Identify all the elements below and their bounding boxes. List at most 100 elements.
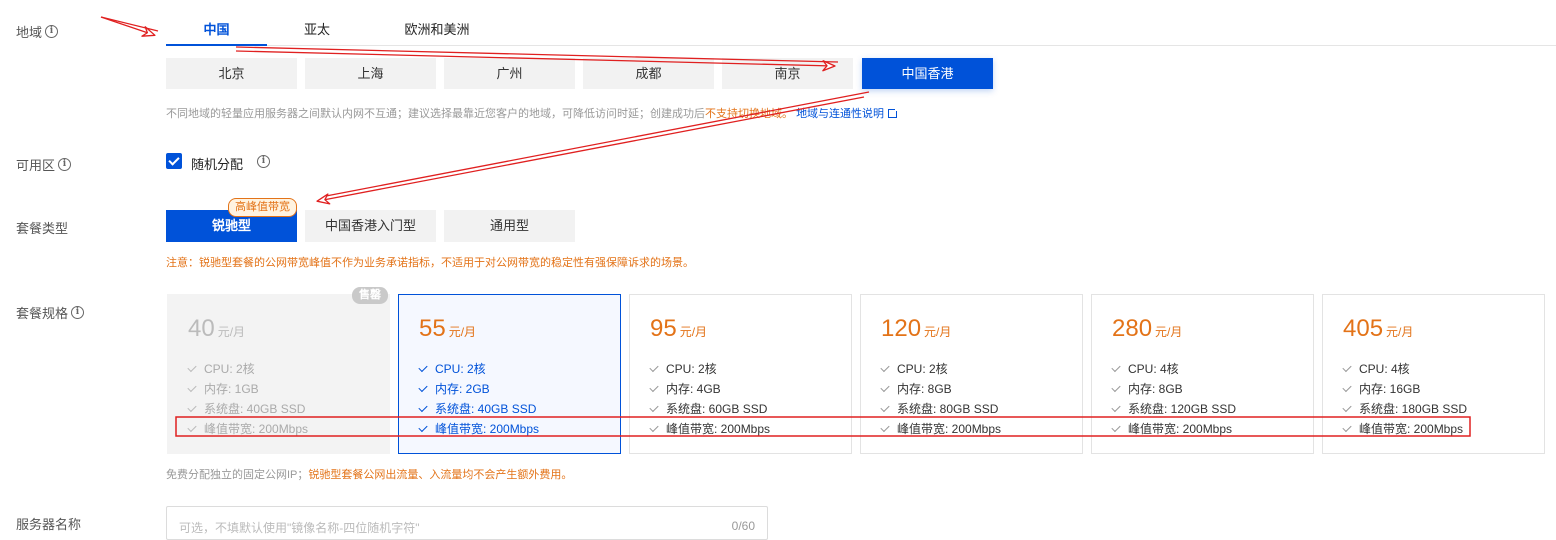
info-icon[interactable]: i xyxy=(58,158,72,171)
plan-type-general[interactable]: 通用型 xyxy=(444,210,575,242)
check-icon xyxy=(880,362,890,373)
city-nanjing[interactable]: 南京 xyxy=(722,58,853,89)
tab-china[interactable]: 中国 xyxy=(166,14,267,46)
plan-specs: CPU: 4核 内存: 8GB 系统盘: 120GB SSD 峰值带宽: 200… xyxy=(1111,359,1237,439)
region-connectivity-link[interactable]: 地域与连通性说明 xyxy=(796,108,884,120)
spec-text: 系统盘: 120GB SSD xyxy=(1128,402,1237,416)
spec-text: 内存: 4GB xyxy=(666,382,721,396)
external-link-icon[interactable] xyxy=(888,107,900,118)
spec-disk: 系统盘: 40GB SSD xyxy=(187,399,308,419)
plan-card[interactable]: 405 元/月 CPU: 4核 内存: 16GB 系统盘: 180GB SSD 峰… xyxy=(1322,294,1545,454)
price-value: 55 xyxy=(419,315,446,342)
spec-text: 系统盘: 60GB SSD xyxy=(666,402,768,416)
check-icon xyxy=(1111,382,1121,393)
spec-text: CPU: 4核 xyxy=(1359,362,1410,376)
check-icon xyxy=(187,362,197,373)
spec-memory: 内存: 2GB xyxy=(418,379,539,399)
spec-bandwidth: 峰值带宽: 200Mbps xyxy=(649,419,770,439)
check-icon xyxy=(880,382,890,393)
spec-bandwidth: 峰值带宽: 200Mbps xyxy=(187,419,309,439)
plan-price: 405 元/月 xyxy=(1343,315,1413,343)
plan-card[interactable]: 55 元/月 CPU: 2核 内存: 2GB 系统盘: 40GB SSD 峰值带宽… xyxy=(398,294,621,454)
check-icon xyxy=(649,402,659,413)
ip-hint-text: 免费分配独立的固定公网IP； xyxy=(166,469,309,481)
spec-text: 系统盘: 80GB SSD xyxy=(897,402,999,416)
price-unit: 元/月 xyxy=(679,325,708,339)
check-icon xyxy=(1342,402,1352,413)
city-hong-kong[interactable]: 中国香港 xyxy=(862,58,993,89)
check-icon xyxy=(649,422,659,433)
spec-text: CPU: 2核 xyxy=(435,362,486,376)
plan-specs: CPU: 2核 内存: 8GB 系统盘: 80GB SSD 峰值带宽: 200M… xyxy=(880,359,1001,439)
server-name-input[interactable]: 可选，不填默认使用"镜像名称-四位随机字符" 0/60 xyxy=(166,506,768,540)
plan-card[interactable]: 120 元/月 CPU: 2核 内存: 8GB 系统盘: 80GB SSD 峰值带… xyxy=(860,294,1083,454)
region-hint-warning: 不支持切换地域。 xyxy=(705,108,793,120)
spec-text: 内存: 8GB xyxy=(1128,382,1183,396)
spec-disk: 系统盘: 60GB SSD xyxy=(649,399,770,419)
check-icon xyxy=(1111,402,1121,413)
check-icon xyxy=(1342,382,1352,393)
plan-price: 55 元/月 xyxy=(419,315,476,343)
spec-bandwidth: 峰值带宽: 200Mbps xyxy=(1342,419,1467,439)
city-guangzhou[interactable]: 广州 xyxy=(444,58,575,89)
region-label-text: 地域 xyxy=(16,25,43,40)
price-value: 40 xyxy=(188,315,215,342)
check-icon xyxy=(1342,362,1352,373)
city-beijing[interactable]: 北京 xyxy=(166,58,297,89)
server-name-label: 服务器名称 xyxy=(16,517,82,532)
soldout-badge: 售罄 xyxy=(352,287,388,304)
spec-cpu: CPU: 2核 xyxy=(880,359,1001,379)
spec-text: 峰值带宽: 200Mbps xyxy=(1128,422,1233,436)
plan-card[interactable]: 95 元/月 CPU: 2核 内存: 4GB 系统盘: 60GB SSD 峰值带宽… xyxy=(629,294,852,454)
price-unit: 元/月 xyxy=(924,325,952,339)
check-icon xyxy=(880,422,890,433)
price-value: 280 xyxy=(1112,315,1153,342)
plan-type-note: 注意：锐驰型套餐的公网带宽峰值不作为业务承诺指标，不适用于对公网带宽的稳定性有强… xyxy=(166,257,694,269)
plan-card[interactable]: 280 元/月 CPU: 4核 内存: 8GB 系统盘: 120GB SSD 峰值… xyxy=(1091,294,1314,454)
plan-specs: CPU: 2核 内存: 2GB 系统盘: 40GB SSD 峰值带宽: 200M… xyxy=(418,359,539,439)
spec-text: 峰值带宽: 200Mbps xyxy=(1359,422,1464,436)
plan-price: 40 元/月 xyxy=(188,315,245,343)
spec-cpu: CPU: 4核 xyxy=(1342,359,1467,379)
price-value: 120 xyxy=(881,315,922,342)
plan-type-label: 套餐类型 xyxy=(16,221,69,236)
spec-text: 系统盘: 40GB SSD xyxy=(435,402,537,416)
region-label: 地域 i xyxy=(16,22,59,41)
spec-text: CPU: 4核 xyxy=(1128,362,1179,376)
zone-label: 可用区 i xyxy=(16,155,72,174)
spec-text: 峰值带宽: 200Mbps xyxy=(204,422,309,436)
plan-price: 95 元/月 xyxy=(650,315,707,343)
info-icon[interactable]: i xyxy=(45,25,59,38)
tab-europe-americas[interactable]: 欧洲和美洲 xyxy=(367,14,507,46)
plan-specs: CPU: 2核 内存: 1GB 系统盘: 40GB SSD 峰值带宽: 200M… xyxy=(187,359,309,439)
spec-bandwidth: 峰值带宽: 200Mbps xyxy=(418,419,539,439)
city-shanghai[interactable]: 上海 xyxy=(305,58,436,89)
check-icon xyxy=(418,362,428,373)
plan-price: 280 元/月 xyxy=(1112,315,1182,343)
spec-text: 系统盘: 180GB SSD xyxy=(1359,402,1468,416)
spec-disk: 系统盘: 40GB SSD xyxy=(418,399,539,419)
tab-asia-pacific[interactable]: 亚太 xyxy=(267,14,367,46)
check-icon xyxy=(187,402,197,413)
spec-text: 内存: 1GB xyxy=(204,382,259,396)
spec-text: CPU: 2核 xyxy=(897,362,948,376)
info-icon[interactable]: i xyxy=(71,306,85,319)
price-unit: 元/月 xyxy=(448,325,477,339)
plan-price: 120 元/月 xyxy=(881,315,951,343)
spec-text: CPU: 2核 xyxy=(204,362,255,376)
city-chengdu[interactable]: 成都 xyxy=(583,58,714,89)
plan-type-hk-entry[interactable]: 中国香港入门型 xyxy=(305,210,436,242)
spec-text: 内存: 16GB xyxy=(1359,382,1421,396)
ip-hint-warning: 锐驰型套餐公网出流量、入流量均不会产生额外费用。 xyxy=(308,469,573,481)
spec-memory: 内存: 8GB xyxy=(1111,379,1236,399)
random-zone-checkbox[interactable] xyxy=(166,153,182,169)
spec-cpu: CPU: 2核 xyxy=(418,359,539,379)
high-bandwidth-badge: 高峰值带宽 xyxy=(228,198,297,217)
check-icon xyxy=(649,362,659,373)
info-icon[interactable]: i xyxy=(257,155,270,168)
region-tabs: 中国 亚太 欧洲和美洲 xyxy=(166,14,1556,46)
check-icon xyxy=(418,422,428,433)
spec-cpu: CPU: 2核 xyxy=(649,359,770,379)
region-hint: 不同地域的轻量应用服务器之间默认内网不互通；建议选择最靠近您客户的地域，可降低访… xyxy=(166,105,900,121)
random-zone-label: 随机分配 xyxy=(191,157,244,172)
